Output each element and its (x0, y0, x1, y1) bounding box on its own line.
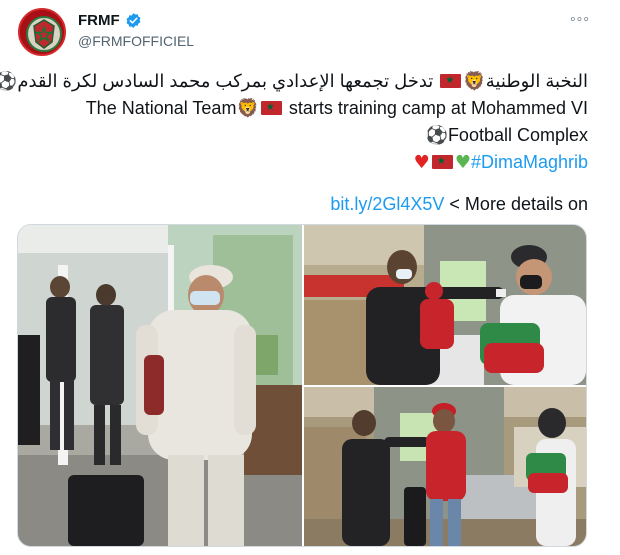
link-suffix: < More details on (444, 194, 588, 214)
tweet-text: النخبة الوطنية🦁 تدخل تجمعها الإعدادي بمر… (0, 68, 588, 176)
temperature-check-photo-2[interactable] (304, 387, 586, 546)
short-link[interactable]: bit.ly/2Gl4X5V (330, 194, 444, 214)
morocco-flag-icon (440, 74, 462, 88)
verified-badge-icon (126, 13, 141, 28)
link-line: bit.ly/2Gl4X5V < More details on (330, 194, 588, 215)
green-heart-icon: ♥ (454, 152, 471, 173)
team-arrival-photo[interactable] (18, 225, 302, 546)
hashtag-link[interactable]: #DimaMaghrib (471, 152, 588, 172)
english-text-part2: starts training camp at Mohammed VI (288, 98, 588, 118)
morocco-flag-icon (431, 155, 453, 169)
account-handle[interactable]: @FRMFOFFICIEL (78, 33, 194, 49)
display-name[interactable]: FRMF (78, 12, 120, 29)
hashtag-line: ♥♥#DimaMaghrib (28, 149, 588, 176)
english-text-part3: Football Complex (447, 125, 588, 145)
name-row: FRMF (78, 12, 142, 29)
temperature-check-photo-1[interactable] (304, 225, 586, 385)
red-heart-icon: ♥ (413, 152, 430, 173)
media-grid (17, 224, 587, 547)
tweet: FRMF @FRMFOFFICIEL ◦◦◦ النخبة الوطنية🦁 ت… (0, 0, 620, 555)
arabic-text-part2: تدخل تجمعها الإعدادي بمركب محمد السادس ل… (17, 71, 434, 91)
morocco-flag-icon (260, 101, 282, 115)
lion-icon: 🦁 (236, 98, 259, 119)
arabic-line: النخبة الوطنية🦁 تدخل تجمعها الإعدادي بمر… (0, 68, 588, 95)
soccer-ball-icon: ⚽ (0, 71, 18, 92)
frmf-crest-icon (20, 10, 64, 54)
arabic-text-part1: النخبة الوطنية (485, 71, 588, 91)
english-line-2: ⚽Football Complex (28, 122, 588, 149)
english-text-part1: The National Team (85, 98, 237, 118)
more-horizontal-icon[interactable]: ◦◦◦ (570, 12, 590, 28)
lion-icon: 🦁 (463, 71, 486, 92)
soccer-ball-icon: ⚽ (425, 125, 448, 146)
avatar[interactable] (18, 8, 66, 56)
english-line-1: The National Team🦁 starts training camp … (28, 95, 588, 122)
